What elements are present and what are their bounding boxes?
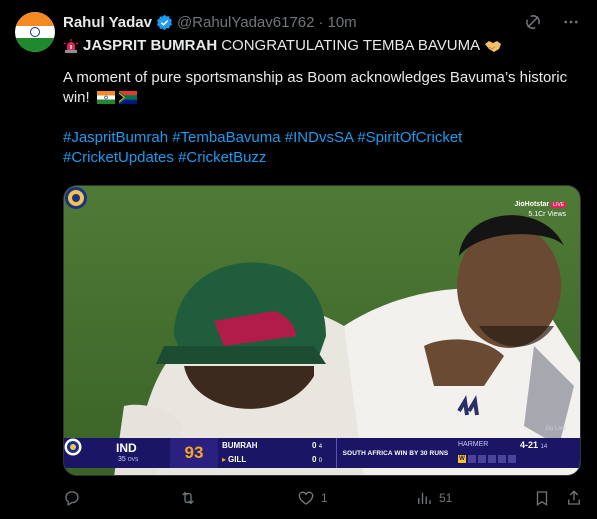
views-icon	[418, 492, 431, 504]
overs-suffix: OVS	[127, 457, 139, 463]
batter-2-name: GILL	[228, 455, 247, 464]
over-balls: W	[458, 455, 516, 463]
bowler-overs: 14	[540, 444, 548, 450]
post-media[interactable]: JioHotstar LIVE 5.1Cr Views Go Live IND 3…	[63, 185, 581, 476]
media-scene	[64, 186, 580, 475]
ball-empty	[478, 455, 486, 463]
avatar-flag-chakra	[30, 27, 40, 37]
handshake-emoji	[485, 41, 502, 52]
more-icon[interactable]	[561, 12, 581, 32]
scoreboard-bcci-logo	[64, 438, 82, 456]
broadcaster-views: 5.1Cr Views	[528, 211, 566, 218]
avatar[interactable]	[15, 12, 55, 52]
separator-dot: ·	[318, 13, 324, 31]
avatar-flag-saffron	[15, 12, 55, 26]
batter-2-runs: 0	[312, 455, 317, 464]
repost-button[interactable]	[179, 488, 203, 508]
grok-icon[interactable]	[523, 12, 543, 32]
views-button[interactable]: 51	[415, 488, 452, 508]
like-count: 1	[321, 491, 328, 505]
post-body-text: A moment of pure sportsmanship as Boom a…	[63, 69, 568, 106]
post-headline: JASPRIT BUMRAH CONGRATULATING TEMBA BAVU…	[63, 36, 583, 56]
display-name[interactable]: Rahul Yadav	[63, 14, 152, 31]
hashtags: #JaspritBumrah #TembaBavuma #INDvsSA #Sp…	[63, 128, 583, 168]
engagement-bar: 1 51	[63, 488, 581, 508]
bcci-logo	[65, 187, 87, 209]
reply-button[interactable]	[63, 488, 87, 508]
south-africa-flag-emoji	[119, 91, 138, 104]
repost-icon	[182, 491, 194, 505]
batter-1-score: 0 4	[312, 441, 322, 450]
hashtag-link[interactable]: #CricketBuzz	[178, 149, 266, 166]
bookmark-icon	[536, 491, 548, 507]
india-flag-emoji	[96, 91, 115, 104]
bowler-figures: 4-21 14	[520, 440, 547, 450]
live-badge: LIVE	[551, 202, 566, 208]
hashtag-link[interactable]: #CricketUpdates	[63, 149, 174, 166]
overs-value: 35	[118, 456, 126, 463]
like-button[interactable]: 1	[297, 488, 328, 508]
like-icon	[298, 491, 314, 505]
batter-1-balls: 4	[318, 444, 323, 450]
batter-2-score: 0 0	[312, 455, 322, 464]
broadcaster-watermark: JioHotstar LIVE 5.1Cr Views	[515, 200, 566, 219]
headline-rest: CONGRATULATING TEMBA BAVUMA	[221, 37, 481, 54]
bookmark-button[interactable]	[533, 488, 551, 508]
user-handle[interactable]: @RahulYadav61762	[177, 14, 315, 31]
go-live-text: Go Live	[545, 426, 566, 432]
batter-1-runs: 0	[312, 441, 317, 450]
bowler-figures-value: 4-21	[520, 440, 539, 450]
top-actions	[523, 12, 581, 32]
batter-1: BUMRAH	[222, 441, 258, 450]
views-count: 51	[439, 491, 453, 505]
headline-bold: JASPRIT BUMRAH	[83, 37, 218, 54]
hashtag-link[interactable]: #JaspritBumrah	[63, 129, 168, 146]
ball-wicket: W	[458, 455, 466, 463]
broadcaster-name: JioHotstar	[514, 201, 550, 208]
batter-2: ▸ GILL	[222, 455, 246, 464]
match-result: SOUTH AFRICA WIN BY 30 RUNS	[336, 438, 454, 468]
share-icon	[568, 490, 580, 505]
batter-2-balls: 0	[318, 458, 323, 464]
ball-empty	[508, 455, 516, 463]
post-time[interactable]: 10m	[328, 14, 357, 31]
siren-emoji	[63, 39, 79, 53]
scoreboard: IND 35 OVS 93 BUMRAH ▸ GILL 0 4 0 0 SOUTH…	[64, 438, 580, 468]
reply-icon	[65, 491, 79, 506]
post-header: Rahul Yadav @RahulYadav61762 · 10m	[63, 12, 357, 32]
avatar-flag-green	[15, 38, 55, 52]
post-body: A moment of pure sportsmanship as Boom a…	[63, 68, 583, 108]
bowler-name: HARMER	[458, 441, 489, 448]
hashtag-link[interactable]: #INDvsSA	[285, 129, 353, 146]
ball-empty	[468, 455, 476, 463]
ball-empty	[488, 455, 496, 463]
share-button[interactable]	[565, 488, 583, 508]
team-score: 93	[170, 438, 218, 468]
hashtag-link[interactable]: #SpiritOfCricket	[357, 129, 462, 146]
on-strike-arrow-icon: ▸	[222, 455, 227, 464]
overs-bowled: 35 OVS	[118, 456, 138, 463]
post-text: JASPRIT BUMRAH CONGRATULATING TEMBA BAVU…	[63, 36, 583, 168]
hashtag-link[interactable]: #TembaBavuma	[172, 129, 280, 146]
verified-badge-icon[interactable]	[156, 14, 173, 31]
ball-empty	[498, 455, 506, 463]
tweet[interactable]: Rahul Yadav @RahulYadav61762 · 10m JASPR…	[0, 0, 597, 519]
batting-team: IND	[116, 441, 137, 455]
